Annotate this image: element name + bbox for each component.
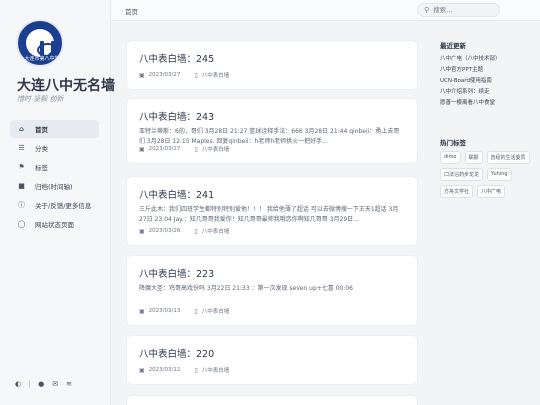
sidebar-item-label: 分类 xyxy=(35,145,48,153)
sidebar-item-label: 归档(时间轴) xyxy=(35,183,73,191)
recent-item[interactable]: 愿善一樱离看八中食堂 xyxy=(440,98,530,109)
post-card[interactable] xyxy=(126,395,418,405)
post-title[interactable]: 八中表白墙：241 xyxy=(139,187,405,201)
post-category[interactable]: 八中表白墙 xyxy=(202,227,230,235)
email-icon[interactable]: ✉ xyxy=(52,380,58,388)
post-date: 2023/03/27 xyxy=(148,72,181,78)
calendar-icon: ▣ xyxy=(139,366,145,374)
post-category[interactable]: 八中表白墙 xyxy=(202,366,230,374)
tag-chip[interactable]: dimo xyxy=(440,151,461,164)
breadcrumb: 首页 xyxy=(125,8,138,16)
sidebar-item-archive[interactable]: ■ 归档(时间轴) xyxy=(10,177,99,195)
logo-emblem xyxy=(26,29,59,61)
post-title[interactable]: 八中表白墙：243 xyxy=(139,109,405,123)
post-meta: ▣ 2023/03/12 ▯ 八中表白墙 xyxy=(139,366,230,375)
post-date: 2023/03/26 xyxy=(148,228,181,234)
post-meta: ▣ 2023/03/27 ▯ 八中表白墙 xyxy=(139,71,230,80)
sidebar-item-status[interactable]: ◯ 网站状态页面 xyxy=(10,215,99,233)
folder-icon: ▯ xyxy=(194,227,198,235)
sidebar-item-home[interactable]: ⌂ 首页 xyxy=(10,120,99,138)
sidebar-item-label: 网站状态页面 xyxy=(35,221,74,229)
folder-icon: ▯ xyxy=(194,366,198,374)
sidebar-nav: ⌂ 首页 ☰ 分类 ⚑ 标签 ■ 归档(时间轴) ⓘ 关于/反馈/更多信息 ◯ … xyxy=(10,120,99,234)
post-meta: ▣ 2023/03/26 ▯ 八中表白墙 xyxy=(139,227,230,236)
post-title[interactable]: 八中表白墙：245 xyxy=(139,51,405,65)
home-icon: ⌂ xyxy=(18,125,24,133)
school-logo[interactable]: 大连市第八中学 xyxy=(16,19,64,67)
sidebar-item-tags[interactable]: ⚑ 标签 xyxy=(10,158,99,176)
site-subtitle: 惜时 坚毅 创新 xyxy=(17,95,64,103)
tag-cloud: dimo 联报 曾经的生活委员 口法沾药步龙龙 Yuhing 方舟文学社 八中广… xyxy=(440,151,530,198)
tag-icon: ⚑ xyxy=(18,163,25,171)
sidebar-item-label: 关于/反馈/更多信息 xyxy=(35,202,92,210)
tag-chip[interactable]: Yuhing xyxy=(487,168,512,181)
globe-icon: ◯ xyxy=(17,220,26,228)
post-excerpt: 亚特兰蒂斯：6的，哥们 3月28日 21:27 篮球诠释手法：666 3月28日… xyxy=(139,128,400,145)
calendar-icon: ▣ xyxy=(139,71,145,79)
tag-chip[interactable]: 联报 xyxy=(464,151,483,164)
sidebar-item-categories[interactable]: ☰ 分类 xyxy=(10,139,99,157)
sidebar-item-about[interactable]: ⓘ 关于/反馈/更多信息 xyxy=(10,196,99,214)
folder-icon: ▯ xyxy=(194,145,198,153)
tag-chip[interactable]: 口法沾药步龙龙 xyxy=(440,168,484,181)
sidebar: 大连市第八中学 大连八中无名墙 惜时 坚毅 创新 ⌂ 首页 ☰ 分类 ⚑ 标签 … xyxy=(0,0,115,405)
recent-item[interactable]: 八中官方PPT主题 xyxy=(440,65,530,76)
site-title[interactable]: 大连八中无名墙 xyxy=(17,75,115,95)
folder-icon: ▯ xyxy=(194,307,198,315)
sidebar-item-label: 标签 xyxy=(35,164,48,172)
logo-text: 大连市第八中学 xyxy=(24,56,60,62)
sidebar-item-label: 首页 xyxy=(35,126,48,134)
post-category[interactable]: 八中表白墙 xyxy=(202,71,230,79)
post-date: 2023/03/27 xyxy=(148,146,181,152)
sidebar-footer: ◐ ● ✉ ≋ xyxy=(15,380,72,388)
post-excerpt: 降魔大圣：鸡哥高戏份吗 3月22日 21:33 ：第一次发现 seven up+… xyxy=(139,285,353,292)
recent-updates-heading: 最近更新 xyxy=(440,42,466,50)
divider xyxy=(29,380,31,388)
post-excerpt: 三斤此木：我们四班学生都特别特别爱他！！！ 我给他薄了超话 可以去微博搜一下王天… xyxy=(139,206,399,223)
calendar-icon: ▣ xyxy=(139,227,145,235)
search-input[interactable] xyxy=(433,6,494,14)
search-icon: ⚲ xyxy=(424,6,430,14)
recent-item[interactable]: 八中广电（八中技术部） xyxy=(440,54,530,65)
post-meta: ▣ 2023/03/13 ▯ 八中表白墙 xyxy=(139,307,230,316)
post-card[interactable]: 八中表白墙：220 ▣ 2023/03/12 ▯ 八中表白墙 xyxy=(126,335,418,385)
recent-list: 八中广电（八中技术部） 八中官方PPT主题 UCN-Board使用指南 八中介绍… xyxy=(440,54,530,109)
post-card[interactable]: 八中表白墙：245 ▣ 2023/03/27 ▯ 八中表白墙 xyxy=(126,40,418,90)
post-meta: ▣ 2023/03/27 ▯ 八中表白墙 xyxy=(139,145,230,154)
top-bar: 首页 ⚲ xyxy=(111,0,540,21)
post-category[interactable]: 八中表白墙 xyxy=(202,145,230,153)
archive-icon: ■ xyxy=(18,182,25,190)
post-category[interactable]: 八中表白墙 xyxy=(202,307,230,315)
recent-item[interactable]: 八中介绍系列：续走 xyxy=(440,87,530,98)
calendar-icon: ▣ xyxy=(139,307,145,315)
theme-toggle-icon[interactable]: ◐ xyxy=(15,380,21,388)
github-icon[interactable]: ● xyxy=(38,380,44,388)
post-date: 2023/03/12 xyxy=(148,367,181,373)
search-box[interactable]: ⚲ xyxy=(417,3,500,17)
calendar-icon: ▣ xyxy=(139,145,145,153)
recent-item[interactable]: UCN-Board使用指南 xyxy=(440,76,530,87)
post-date: 2023/03/13 xyxy=(148,308,181,314)
post-title[interactable]: 八中表白墙：223 xyxy=(139,266,405,280)
post-card[interactable]: 八中表白墙：223 降魔大圣：鸡哥高戏份吗 3月22日 21:33 ：第一次发现… xyxy=(126,255,418,326)
folder-icon: ▯ xyxy=(194,71,198,79)
info-icon: ⓘ xyxy=(18,201,25,209)
post-card[interactable]: 八中表白墙：243 亚特兰蒂斯：6的，哥们 3月28日 21:27 篮球诠释手法… xyxy=(126,98,418,164)
post-card[interactable]: 八中表白墙：241 三斤此木：我们四班学生都特别特别爱他！！！ 我给他薄了超话 … xyxy=(126,176,418,246)
rss-icon[interactable]: ≋ xyxy=(66,380,72,388)
tag-chip[interactable]: 曾经的生活委员 xyxy=(486,151,530,164)
hot-tags-heading: 热门标签 xyxy=(440,139,466,147)
tag-chip[interactable]: 方舟文学社 xyxy=(440,185,474,198)
tag-chip[interactable]: 八中广电 xyxy=(477,185,506,198)
post-title[interactable]: 八中表白墙：220 xyxy=(139,346,405,360)
right-panel: 最近更新 八中广电（八中技术部） 八中官方PPT主题 UCN-Board使用指南… xyxy=(440,40,530,198)
list-icon: ☰ xyxy=(18,144,25,152)
